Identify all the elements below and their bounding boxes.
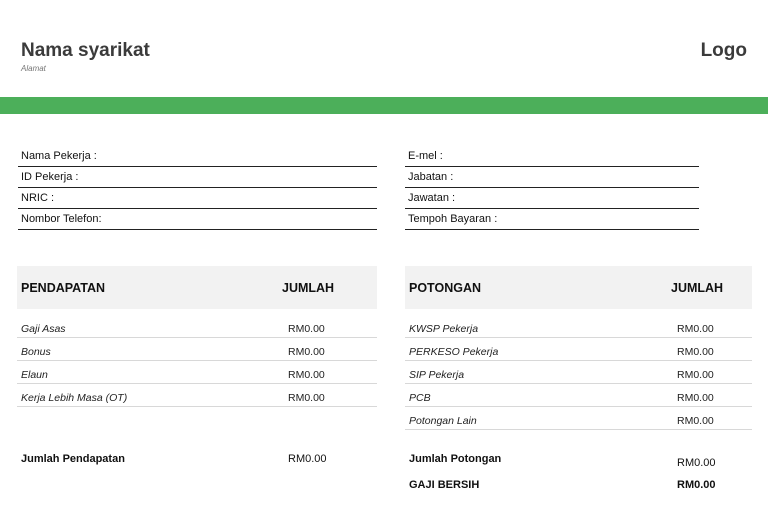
company-logo: Logo [700,40,747,61]
department-field[interactable]: Jabatan : [405,167,699,188]
earning-label: Gaji Asas [21,323,66,335]
deduction-label: PERKESO Pekerja [409,346,499,358]
deduction-label: Potongan Lain [409,415,477,427]
earnings-header-label: PENDAPATAN [21,281,106,295]
net-pay-label: GAJI BERSIH [409,479,480,491]
earning-label: Elaun [21,369,48,381]
earnings-amount-header: JUMLAH [282,281,335,295]
employee-info-left: Nama Pekerja : ID Pekerja : NRIC : Nombo… [18,146,377,230]
table-row: SIP Pekerja RM0.00 [405,361,752,384]
deductions-header-label: POTONGAN [409,281,481,295]
employee-id-field[interactable]: ID Pekerja : [18,167,377,188]
table-row: PERKESO Pekerja RM0.00 [405,338,752,361]
deductions-amount-header: JUMLAH [671,281,724,295]
earning-amount[interactable]: RM0.00 [288,323,325,335]
table-row: Kerja Lebih Masa (OT) RM0.00 [17,384,377,407]
phone-number-field[interactable]: Nombor Telefon: [18,209,377,230]
position-field[interactable]: Jawatan : [405,188,699,209]
company-name: Nama syarikat [21,40,150,61]
table-row: PCB RM0.00 [405,384,752,407]
deduction-label: SIP Pekerja [409,369,465,381]
total-deductions-amount: RM0.00 [677,457,716,469]
earning-amount[interactable]: RM0.00 [288,369,325,381]
earnings-table: PENDAPATAN JUMLAH Gaji Asas RM0.00 Bonus… [17,266,377,407]
earning-label: Bonus [21,346,51,358]
total-deductions-label: Jumlah Potongan [409,453,502,465]
company-address: Alamat [21,64,46,73]
deduction-amount[interactable]: RM0.00 [677,392,714,404]
total-earnings-amount: RM0.00 [288,453,327,465]
header-accent-bar [0,97,768,114]
deductions-table-header: POTONGAN JUMLAH [405,266,752,309]
table-row: Elaun RM0.00 [17,361,377,384]
earning-amount[interactable]: RM0.00 [288,346,325,358]
email-field[interactable]: E-mel : [405,146,699,167]
table-row: Gaji Asas RM0.00 [17,315,377,338]
deduction-amount[interactable]: RM0.00 [677,415,714,427]
deduction-label: PCB [409,392,431,404]
pay-period-field[interactable]: Tempoh Bayaran : [405,209,699,230]
deductions-table: POTONGAN JUMLAH KWSP Pekerja RM0.00 PERK… [405,266,752,430]
deduction-amount[interactable]: RM0.00 [677,323,714,335]
employee-info-right: E-mel : Jabatan : Jawatan : Tempoh Bayar… [405,146,699,230]
deduction-label: KWSP Pekerja [409,323,479,335]
earning-amount[interactable]: RM0.00 [288,392,325,404]
nric-field[interactable]: NRIC : [18,188,377,209]
employee-name-field[interactable]: Nama Pekerja : [18,146,377,167]
earnings-table-header: PENDAPATAN JUMLAH [17,266,377,309]
net-pay-amount: RM0.00 [677,479,716,491]
earning-label: Kerja Lebih Masa (OT) [21,392,128,404]
table-row: KWSP Pekerja RM0.00 [405,315,752,338]
table-row: Potongan Lain RM0.00 [405,407,752,430]
total-earnings-label: Jumlah Pendapatan [21,453,125,465]
deduction-amount[interactable]: RM0.00 [677,346,714,358]
deduction-amount[interactable]: RM0.00 [677,369,714,381]
table-row: Bonus RM0.00 [17,338,377,361]
